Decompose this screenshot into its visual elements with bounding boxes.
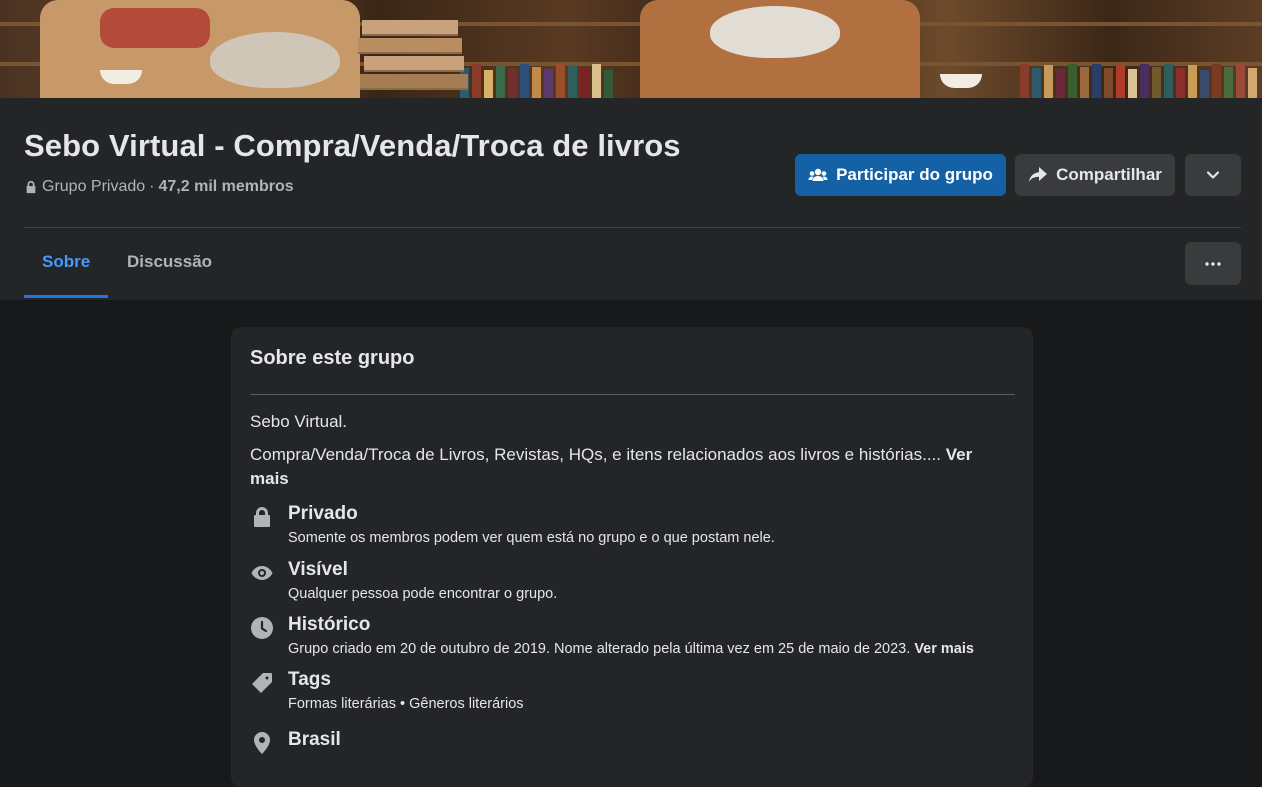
cover-book [1056,69,1065,98]
cover-book-stack [364,56,464,72]
tab-sobre[interactable]: Sobre [42,252,90,272]
about-location-label: Brasil [288,729,341,750]
cover-book [1236,64,1245,98]
share-button[interactable]: Compartilhar [1015,154,1175,196]
chevron-down-icon [1206,171,1220,179]
join-group-button[interactable]: Participar do grupo [795,154,1006,196]
clock-icon [251,617,273,639]
cover-book-stack [358,38,462,54]
cover-book [508,68,517,98]
group-title[interactable]: Sebo Virtual - Compra/Venda/Troca de liv… [24,128,681,164]
cover-book [556,64,565,98]
cover-teacup [940,74,982,88]
cover-book [1044,65,1053,98]
cover-book [592,64,601,98]
cover-book [1248,68,1257,98]
cover-cat [210,32,340,88]
cover-book [1104,68,1113,98]
share-label: Compartilhar [1056,165,1162,184]
about-item-subtitle: Grupo criado em 20 de outubro de 2019. N… [288,641,974,657]
cover-book [520,64,529,98]
cover-book [496,65,505,98]
location-pin-icon [254,732,270,754]
about-description-line1: Sebo Virtual. [250,412,348,431]
lock-icon [26,180,36,194]
about-item-title: Privado [288,503,358,524]
eye-icon [251,566,273,580]
cover-book [1020,64,1029,98]
about-tags-list[interactable]: Formas literárias • Gêneros literários [288,696,524,712]
cover-book [1092,64,1101,98]
cover-book [532,67,541,98]
cover-book [1152,67,1161,98]
cover-book [472,64,481,98]
meta-separator: · [149,178,155,195]
cover-book [1032,68,1041,98]
about-item-title: Visível [288,559,348,580]
cover-book-stack [362,20,458,36]
tag-icon [252,673,272,693]
group-member-count[interactable]: 47,2 mil membros [159,178,294,196]
group-header: Sebo Virtual - Compra/Venda/Troca de liv… [0,98,1262,300]
about-item-subtitle: Somente os membros podem ver quem está n… [288,530,775,546]
cover-book [1116,65,1125,98]
about-description: Compra/Venda/Troca de Livros, Revistas, … [250,443,1010,491]
expand-button[interactable] [1185,154,1241,196]
cover-book-stack [360,74,468,90]
cover-book [1128,69,1137,98]
tab-discussao[interactable]: Discussão [127,252,212,272]
cover-book [1188,65,1197,98]
cover-book [484,70,493,98]
cover-book [568,66,577,98]
cover-book [1200,70,1209,98]
cover-book [1212,64,1221,98]
cover-pillow [100,8,210,48]
group-privacy-label: Grupo Privado [42,178,146,195]
cover-book [1068,64,1077,98]
history-text: Grupo criado em 20 de outubro de 2019. N… [288,641,911,657]
about-description-line2: Compra/Venda/Troca de Livros, Revistas, … [250,445,942,464]
cover-book [1164,64,1173,98]
about-item-title: Histórico [288,614,371,635]
share-arrow-icon [1029,167,1048,182]
history-see-more-link[interactable]: Ver mais [914,641,974,657]
group-meta: Grupo Privado · 47,2 mil membros [24,178,294,196]
cover-book [1176,68,1185,98]
more-options-button[interactable] [1185,242,1241,285]
cover-book [1140,64,1149,98]
cover-cat [710,6,840,58]
header-divider [24,227,1241,228]
about-item-title: Tags [288,669,331,690]
about-group-card: Sobre este grupo Sebo Virtual. Compra/Ve… [231,327,1033,787]
lock-icon [254,507,270,527]
active-tab-indicator [24,295,108,298]
join-group-label: Participar do grupo [836,165,993,184]
group-cover-photo[interactable] [0,0,1262,98]
about-heading: Sobre este grupo [250,347,415,369]
cover-book [1224,67,1233,98]
cover-book [580,68,589,98]
cover-book [1080,67,1089,98]
about-item-subtitle: Qualquer pessoa pode encontrar o grupo. [288,586,558,602]
group-members-icon [808,168,828,181]
cover-book [544,69,553,98]
cover-book [604,70,613,98]
about-divider [250,394,1015,395]
more-dots-icon [1205,261,1221,266]
